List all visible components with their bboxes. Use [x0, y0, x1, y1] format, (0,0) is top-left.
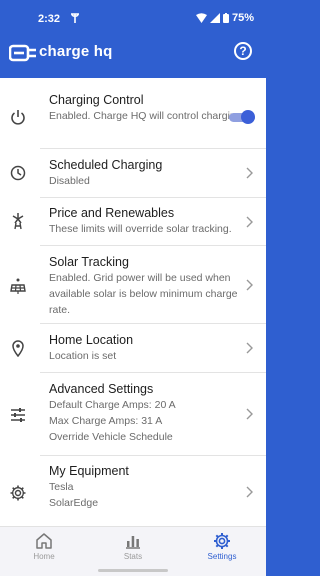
setting-scheduled-charging[interactable]: Scheduled Charging Disabled [0, 149, 266, 197]
solar-panel-icon [10, 278, 26, 294]
setting-title: Advanced Settings [49, 382, 154, 396]
chevron-right-icon [246, 486, 253, 498]
chevron-right-icon [246, 408, 253, 420]
home-icon [36, 533, 52, 549]
chevron-right-icon [246, 279, 253, 291]
status-bar: 2:32 75% [0, 0, 266, 38]
nav-label: Settings [207, 552, 237, 561]
sliders-icon [11, 408, 25, 422]
bottom-nav: Home Stats Settings [0, 526, 266, 566]
charge-hq-logo-icon [9, 44, 36, 62]
status-indicators: 75% [195, 12, 254, 24]
setting-subtitle: Enabled. Charge HQ will control charging… [49, 110, 245, 122]
setting-subtitle-line: SolarEdge [49, 497, 99, 509]
wind-turbine-icon [12, 213, 24, 230]
setting-subtitle: Location is set [49, 350, 117, 362]
setting-title: My Equipment [49, 464, 129, 478]
setting-subtitle-line: Default Charge Amps: 20 A [49, 399, 176, 411]
battery-icon [222, 13, 229, 23]
setting-subtitle: Disabled [49, 175, 90, 187]
location-pin-icon [12, 340, 24, 357]
setting-title: Price and Renewables [49, 206, 175, 220]
setting-title: Solar Tracking [49, 255, 129, 269]
charging-control-toggle[interactable] [229, 110, 255, 124]
toggle-knob [241, 110, 255, 124]
app-title: charge hq [39, 43, 113, 60]
status-time: 2:32 [38, 13, 61, 25]
bar-chart-icon [126, 536, 140, 549]
setting-home-location[interactable]: Home Location Location is set [0, 324, 266, 372]
chevron-right-icon [246, 167, 253, 179]
setting-title: Charging Control [49, 93, 144, 107]
gear-icon [10, 485, 26, 501]
setting-charging-control[interactable]: Charging Control Enabled. Charge HQ will… [0, 78, 266, 148]
setting-subtitle: Enabled. Grid power will be used when av… [49, 272, 238, 316]
signal-icon [209, 13, 220, 23]
gesture-area [0, 566, 266, 576]
nav-label: Stats [123, 552, 143, 561]
setting-solar-tracking[interactable]: Solar Tracking Enabled. Grid power will … [0, 246, 266, 323]
nav-home[interactable]: Home [0, 527, 88, 567]
app-bar: charge hq ? [0, 38, 266, 82]
setting-price-renewables[interactable]: Price and Renewables These limits will o… [0, 198, 266, 245]
setting-subtitle-line: Max Charge Amps: 31 A [49, 415, 163, 427]
nav-label: Home [33, 552, 55, 561]
notification-icon [71, 13, 79, 23]
battery-percentage: 75% [231, 12, 254, 24]
setting-advanced-settings[interactable]: Advanced Settings Default Charge Amps: 2… [0, 373, 266, 455]
help-button[interactable]: ? [234, 42, 252, 60]
gesture-handle[interactable] [98, 569, 168, 572]
chevron-right-icon [246, 216, 253, 228]
setting-my-equipment[interactable]: My Equipment Tesla SolarEdge [0, 456, 266, 526]
clock-icon [10, 165, 26, 181]
wifi-icon [195, 13, 207, 23]
help-icon: ? [239, 44, 247, 58]
chevron-right-icon [246, 342, 253, 354]
nav-settings[interactable]: Settings [178, 527, 266, 567]
settings-gear-icon [214, 533, 230, 549]
setting-subtitle: These limits will override solar trackin… [49, 223, 232, 235]
setting-title: Scheduled Charging [49, 158, 163, 172]
settings-list: Charging Control Enabled. Charge HQ will… [0, 78, 266, 526]
setting-subtitle-line: Tesla [49, 481, 74, 493]
nav-stats[interactable]: Stats [89, 527, 177, 567]
setting-title: Home Location [49, 333, 134, 347]
setting-subtitle-line: Override Vehicle Schedule [49, 431, 173, 443]
power-icon [11, 110, 25, 125]
